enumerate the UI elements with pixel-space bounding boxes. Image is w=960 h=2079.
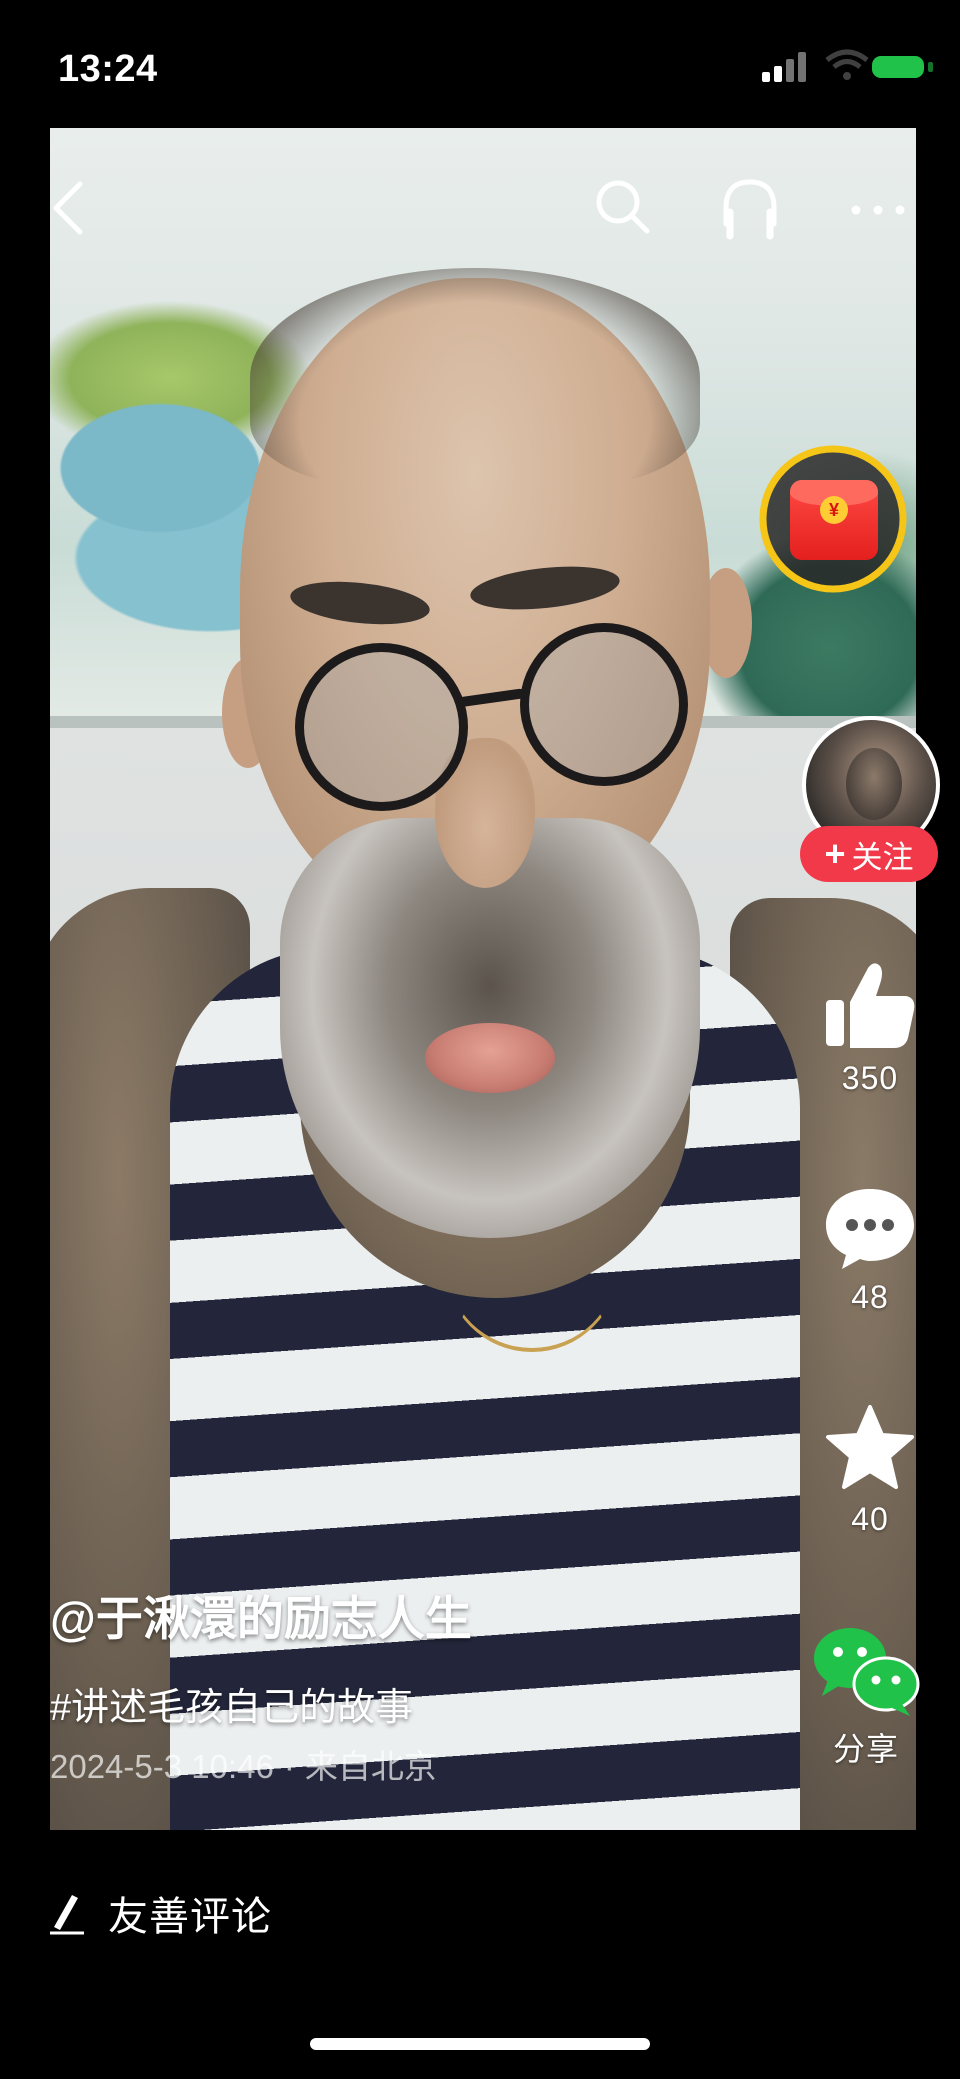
favorite-count: 40 [851,1501,889,1537]
glasses-right-lens [520,623,688,786]
comment-button[interactable]: 48 [810,1183,930,1316]
comment-count: 48 [851,1279,889,1315]
meta-separator: · [283,1748,295,1785]
share-button[interactable]: 分享 [806,1622,926,1770]
person-mouth [425,1023,555,1093]
plus-icon: + [824,833,846,874]
favorite-button[interactable]: 40 [810,1403,930,1538]
gold-necklace [445,1178,619,1352]
coin-icon: ¥ [820,496,848,524]
wifi-icon [825,49,869,80]
wechat-icon [814,1628,920,1716]
home-indicator[interactable] [310,2038,650,2050]
author-name[interactable]: @于湫澴的励志人生 [50,1580,472,1649]
signal-icon [762,52,810,82]
thumbs-up-icon [826,963,915,1048]
avatar-face [846,748,902,820]
status-time: 13:24 [58,48,158,90]
pen-icon [50,1895,84,1935]
post-meta: 2024-5-3 10:46 · 来自北京 [50,1740,437,1788]
more-horizontal-icon[interactable] [848,200,908,220]
glasses-left-lens [295,643,468,811]
post-location: 来自北京 [304,1748,437,1785]
chevron-left-icon[interactable] [48,178,88,238]
comment-placeholder: 友善评论 [108,1895,272,1939]
comment-input-bar[interactable]: 友善评论 [46,1878,272,1948]
battery-cap [928,62,933,72]
hashtag-link[interactable]: #讲述毛孩自己的故事 [50,1676,413,1731]
video-player[interactable] [50,128,916,1830]
star-icon [826,1405,914,1489]
follow-button[interactable]: + 关注 [800,826,938,882]
follow-label: 关注 [851,839,914,875]
post-date: 2024-5-3 10:46 [50,1748,274,1785]
like-count: 350 [841,1060,899,1096]
search-icon[interactable] [592,176,652,236]
battery-icon [872,56,924,78]
red-packet-button[interactable]: ¥ [756,442,910,596]
person-hair [250,268,700,488]
comment-bubble-icon [826,1189,914,1269]
headphones-icon[interactable] [720,174,780,244]
share-label: 分享 [832,1731,899,1767]
like-button[interactable]: 350 [810,958,930,1097]
